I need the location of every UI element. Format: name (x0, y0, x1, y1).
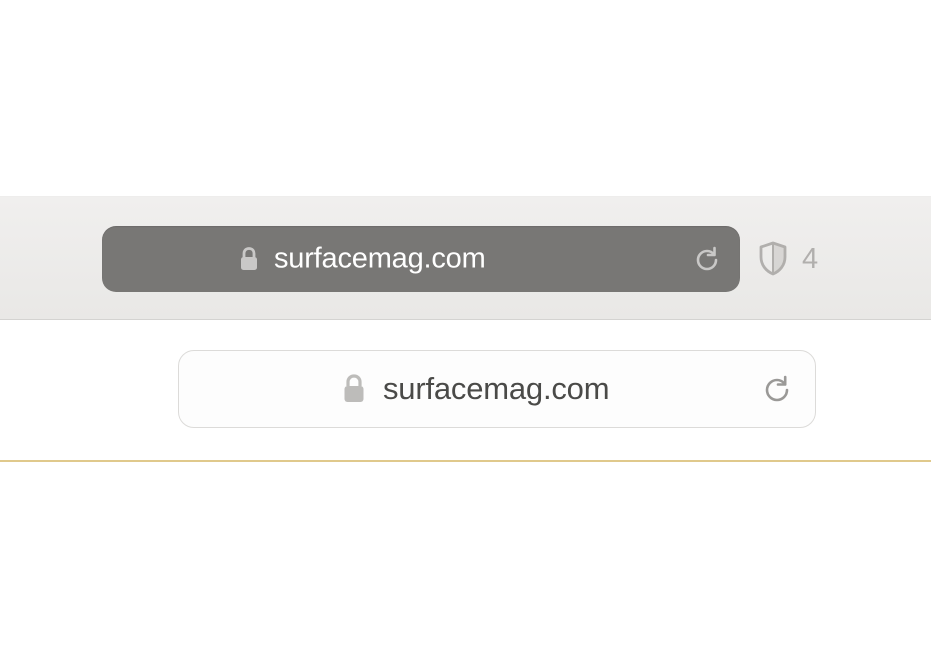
refresh-icon[interactable] (763, 373, 791, 405)
lock-icon (240, 247, 258, 271)
lock-icon (343, 374, 365, 404)
url-text: surfacemag.com (274, 243, 486, 276)
address-bar-active[interactable]: surfacemag.com (102, 226, 740, 292)
url-text: surfacemag.com (383, 371, 609, 407)
shield-icon (758, 241, 788, 277)
address-bar-secondary[interactable]: surfacemag.com (178, 350, 816, 428)
refresh-icon[interactable] (694, 244, 720, 274)
privacy-report-button[interactable]: 4 (758, 226, 818, 292)
divider (0, 460, 931, 462)
privacy-tracker-count: 4 (802, 243, 818, 276)
